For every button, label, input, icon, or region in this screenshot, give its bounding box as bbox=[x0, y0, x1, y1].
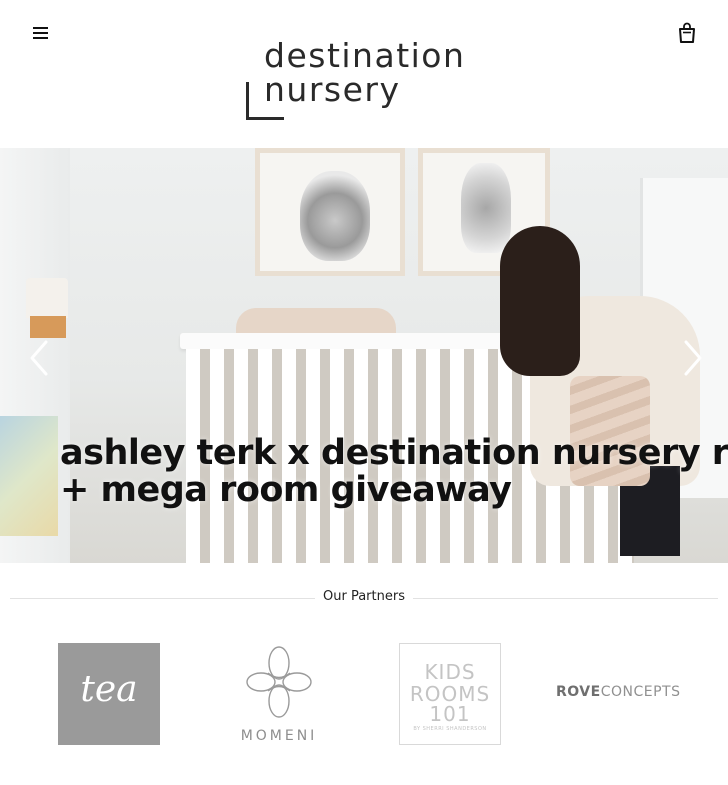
partner-logo-tea[interactable]: tea bbox=[58, 643, 160, 745]
rove-concepts-label: ROVECONCEPTS bbox=[556, 684, 696, 700]
site-header: destination nursery bbox=[0, 0, 728, 148]
divider-left bbox=[10, 598, 315, 599]
divider-right bbox=[413, 598, 718, 599]
lamp-base bbox=[30, 316, 66, 338]
rove-concepts-label-bold: ROVE bbox=[556, 684, 601, 700]
site-logo[interactable]: destination nursery bbox=[240, 36, 500, 126]
momeni-knot-icon bbox=[246, 646, 312, 718]
logo-text-line2: nursery bbox=[264, 70, 401, 109]
partner-momeni-label: MOMENI bbox=[240, 728, 318, 744]
hero-slideshow[interactable]: ashley terk x destination nursery rev + … bbox=[0, 148, 728, 563]
kids-rooms-tagline: BY SHERRI SHANDERSON bbox=[413, 726, 487, 732]
rove-concepts-label-rest: CONCEPTS bbox=[600, 684, 681, 700]
kids-rooms-label-line1: KIDS bbox=[424, 660, 476, 684]
partners-heading: Our Partners bbox=[323, 589, 405, 604]
lamp-shade bbox=[26, 278, 68, 318]
partners-section: Our Partners tea MOMENI KIDS ROOMS 101 B… bbox=[0, 563, 728, 785]
partner-logo-rove-concepts[interactable]: ROVECONCEPTS bbox=[556, 643, 696, 745]
shopping-bag-icon[interactable] bbox=[674, 20, 700, 46]
hero-title-line1: ashley terk x destination nursery rev bbox=[60, 433, 728, 473]
partners-heading-row: Our Partners bbox=[10, 589, 718, 609]
chevron-left-icon[interactable] bbox=[24, 336, 56, 380]
hero-title-line2: + mega room giveaway bbox=[60, 470, 512, 510]
hamburger-menu-icon[interactable] bbox=[28, 22, 54, 44]
partner-logo-kids-rooms-101[interactable]: KIDS ROOMS 101 BY SHERRI SHANDERSON bbox=[399, 643, 501, 745]
kids-rooms-label-line3: 101 bbox=[429, 702, 471, 726]
partner-tea-label: tea bbox=[80, 669, 138, 710]
hero-title[interactable]: ashley terk x destination nursery rev + … bbox=[60, 435, 728, 509]
partner-logo-momeni[interactable]: MOMENI bbox=[228, 643, 330, 745]
chevron-right-icon[interactable] bbox=[676, 336, 708, 380]
lion-artwork bbox=[255, 148, 405, 276]
books-shelf bbox=[0, 416, 58, 536]
